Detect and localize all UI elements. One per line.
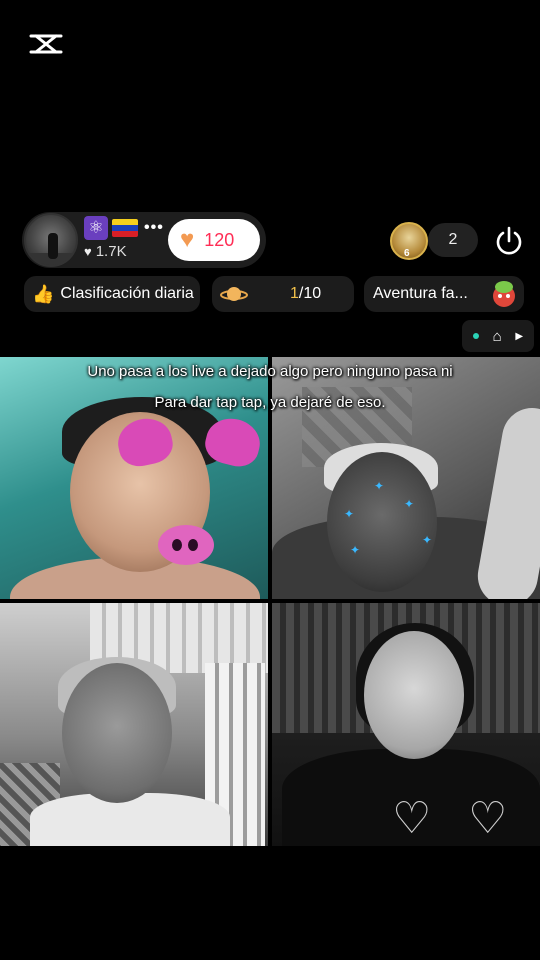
- mascot-icon: [493, 281, 515, 307]
- more-badges-icon: •••: [144, 219, 164, 236]
- dog-nose-filter: [158, 525, 214, 565]
- video-tile-3[interactable]: [0, 603, 268, 846]
- gift-button[interactable]: ♥ 120: [168, 219, 260, 261]
- gift-count: 120: [204, 229, 235, 250]
- heart-icon: ♥: [84, 244, 92, 259]
- caption-line-2: Para dar tap tap, ya dejaré de eso.: [154, 394, 386, 411]
- venezuela-flag-icon: [112, 219, 138, 237]
- host-badges: ⚛ •••: [84, 216, 164, 240]
- chevron-right-icon[interactable]: ▶: [515, 331, 523, 342]
- capcut-logo-icon: [29, 34, 63, 54]
- video-tile-4[interactable]: ♡ ♡: [272, 603, 540, 846]
- likes-count: 1.7K: [95, 243, 127, 260]
- mini-controls[interactable]: ⌂ ▶: [462, 320, 534, 352]
- atom-badge-icon: ⚛: [84, 216, 108, 240]
- viewer-level-badge: 6: [404, 248, 410, 259]
- host-likes: ♥ 1.7K: [84, 243, 127, 260]
- progress-count: 1/10: [290, 285, 322, 302]
- thumbs-up-icon: 👍: [32, 283, 55, 304]
- home-icon[interactable]: ⌂: [493, 328, 502, 345]
- planet-icon: [220, 287, 248, 301]
- adventure-button[interactable]: Aventura fa...: [364, 276, 524, 312]
- live-status-dot: [472, 333, 479, 339]
- viewer-count-button[interactable]: 2: [428, 223, 478, 257]
- top-viewer-avatar[interactable]: 6: [390, 222, 428, 260]
- host-avatar[interactable]: [24, 213, 78, 267]
- progress-goal-button[interactable]: 1/10: [212, 276, 354, 312]
- daily-ranking-label: Clasificación diaria: [60, 285, 194, 302]
- heart-gift-icon: ♥: [180, 226, 195, 253]
- daily-ranking-button[interactable]: 👍 Clasificación diaria: [24, 276, 200, 312]
- caption-line-1: Uno pasa a los live a dejado algo pero n…: [87, 363, 453, 380]
- adventure-label: Aventura fa...: [373, 285, 468, 302]
- power-icon[interactable]: [492, 224, 526, 258]
